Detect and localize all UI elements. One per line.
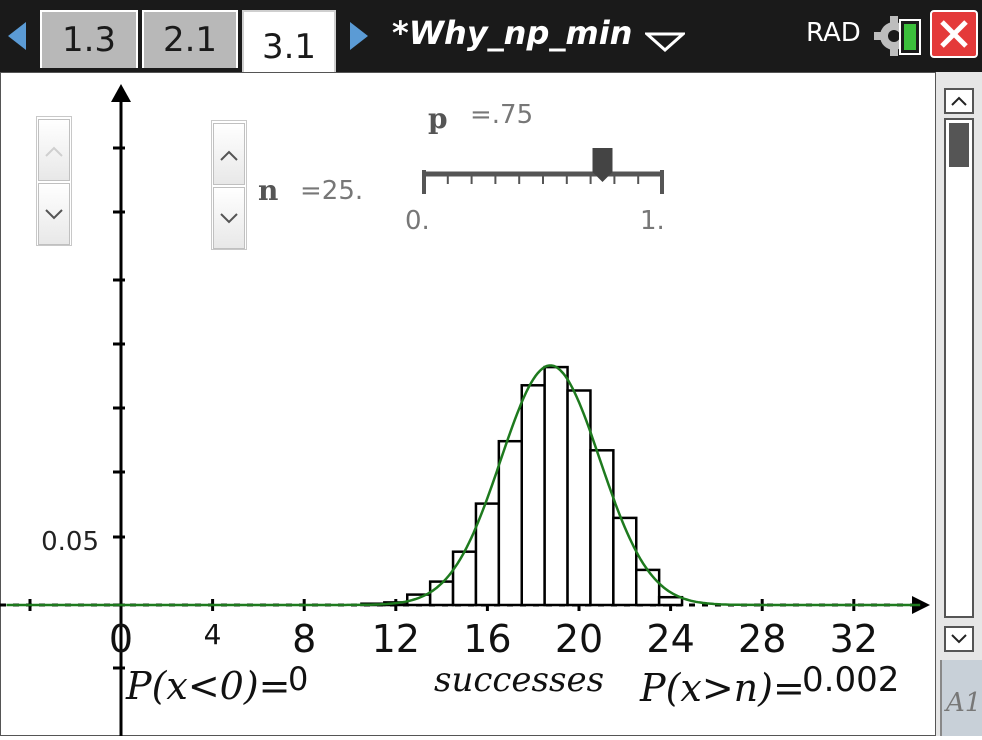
top-toolbar: 1.3 2.1 3.1 *Why_np_min RAD — [0, 0, 982, 82]
n-value: =25. — [300, 176, 364, 206]
p-value: =.75 — [470, 100, 534, 130]
stepper-up — [38, 119, 70, 181]
histogram-bar — [543, 365, 569, 607]
chevron-down-icon — [951, 634, 967, 644]
tab-1-3[interactable]: 1.3 — [40, 10, 138, 68]
close-icon — [940, 20, 968, 48]
histogram-bar — [635, 568, 661, 607]
x-tick-label: 12 — [372, 617, 420, 661]
p-slider[interactable] — [416, 142, 676, 202]
gear-battery-icon[interactable] — [870, 12, 926, 60]
left-prob-value: 0 — [288, 660, 309, 698]
p-min-label: 0. — [405, 206, 430, 236]
chevron-up-icon — [45, 146, 63, 157]
x-axis-label: successes — [434, 660, 605, 700]
chevron-down-icon[interactable] — [645, 30, 685, 52]
left-prob-label: P(x<0)= — [126, 664, 291, 708]
n-label: n — [258, 174, 279, 207]
chevron-down-icon — [220, 213, 238, 224]
tab-scroll-right-icon[interactable] — [350, 22, 368, 50]
stepper-unused — [36, 116, 72, 246]
right-prob-label: P(x>n)= — [640, 666, 805, 710]
histogram-bar — [657, 595, 684, 607]
histogram-bar — [520, 384, 546, 607]
histogram-bar — [497, 439, 524, 607]
document-title[interactable]: *Why_np_min — [392, 14, 632, 52]
n-stepper[interactable] — [211, 120, 247, 250]
close-button[interactable] — [930, 10, 978, 58]
tab-label: 3.1 — [261, 27, 317, 67]
graph-area[interactable]: 0.05 0 4 8 12 16 20 24 28 32 n =25. p =.75 0. 1. … — [0, 71, 937, 737]
y-tick-label: 0.05 — [41, 527, 99, 557]
chevron-up-icon — [220, 150, 238, 161]
tab-scroll-left-icon[interactable] — [8, 22, 26, 50]
p-label: p — [428, 102, 448, 135]
side-panel-tab[interactable]: A1 — [940, 660, 982, 736]
right-rail: A1 — [936, 72, 982, 736]
scrollbar-thumb[interactable] — [949, 123, 969, 167]
x-tick-label: 4 — [204, 618, 222, 651]
x-tick-label: 0 — [109, 617, 133, 661]
scrollbar-track[interactable] — [944, 118, 974, 618]
histogram-bar — [589, 449, 615, 607]
x-tick-label: 20 — [555, 617, 603, 661]
angle-mode-indicator: RAD — [806, 18, 861, 48]
right-prob-value: 0.002 — [802, 660, 900, 700]
histogram-bar — [428, 580, 455, 607]
x-tick-label: 24 — [646, 617, 694, 661]
scroll-up-button[interactable] — [944, 88, 974, 114]
histogram-bar — [612, 516, 638, 607]
tab-label: 2.1 — [162, 20, 218, 60]
tab-label: 1.3 — [61, 20, 117, 60]
p-max-label: 1. — [640, 206, 665, 236]
n-increment-button[interactable] — [213, 123, 245, 185]
histogram-bar — [451, 550, 478, 607]
chevron-down-icon — [45, 209, 63, 220]
chevron-up-icon — [951, 96, 967, 106]
p-slider-thumb — [592, 148, 613, 182]
stepper-down — [38, 183, 70, 245]
tab-2-1[interactable]: 2.1 — [142, 10, 238, 68]
x-tick-label: 8 — [292, 617, 316, 661]
x-tick-label: 32 — [830, 617, 878, 661]
scroll-down-button[interactable] — [944, 626, 974, 652]
n-decrement-button[interactable] — [213, 187, 245, 249]
x-tick-label: 16 — [463, 617, 511, 661]
x-tick-label: 28 — [738, 617, 786, 661]
